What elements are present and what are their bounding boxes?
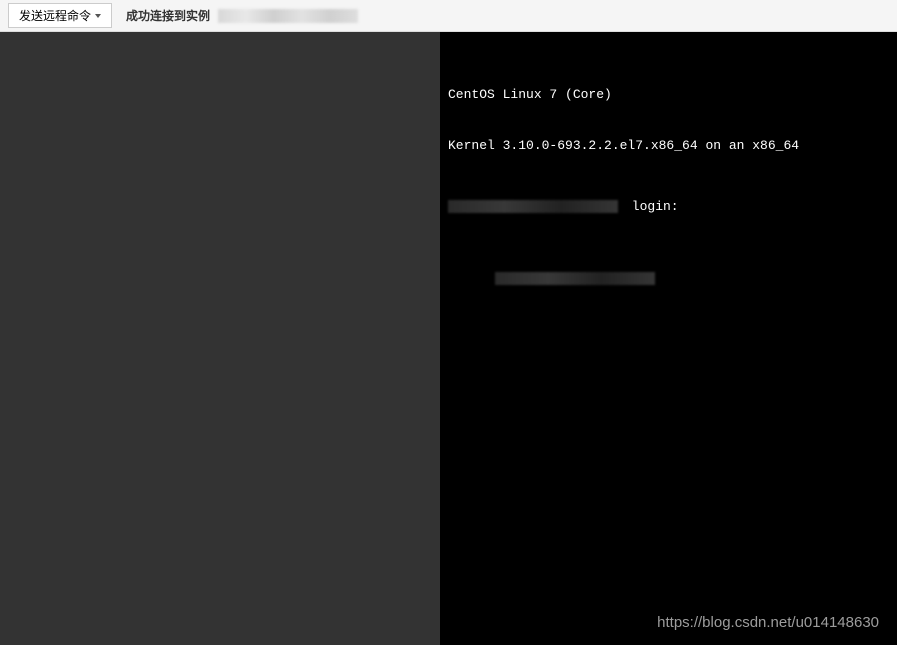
terminal-login-row: login:: [448, 198, 889, 215]
console-area: CentOS Linux 7 (Core) Kernel 3.10.0-693.…: [0, 32, 897, 645]
terminal-below-row: [448, 252, 889, 303]
redacted-hostname: [448, 200, 618, 213]
send-remote-command-label: 发送远程命令: [19, 7, 91, 24]
redacted-below: [495, 272, 655, 285]
terminal-login-prompt: login:: [624, 198, 679, 215]
chevron-down-icon: [95, 14, 101, 18]
toolbar: 发送远程命令 成功连接到实例: [0, 0, 897, 32]
send-remote-command-dropdown[interactable]: 发送远程命令: [8, 3, 112, 28]
terminal-line-kernel: Kernel 3.10.0-693.2.2.el7.x86_64 on an x…: [448, 137, 889, 154]
connection-status-label: 成功连接到实例: [126, 7, 210, 24]
watermark-text: https://blog.csdn.net/u014148630: [657, 614, 879, 631]
terminal-panel[interactable]: CentOS Linux 7 (Core) Kernel 3.10.0-693.…: [440, 32, 897, 645]
terminal-line-os: CentOS Linux 7 (Core): [448, 86, 889, 103]
left-blank-panel: [0, 32, 440, 645]
redacted-instance-id: [218, 9, 358, 23]
